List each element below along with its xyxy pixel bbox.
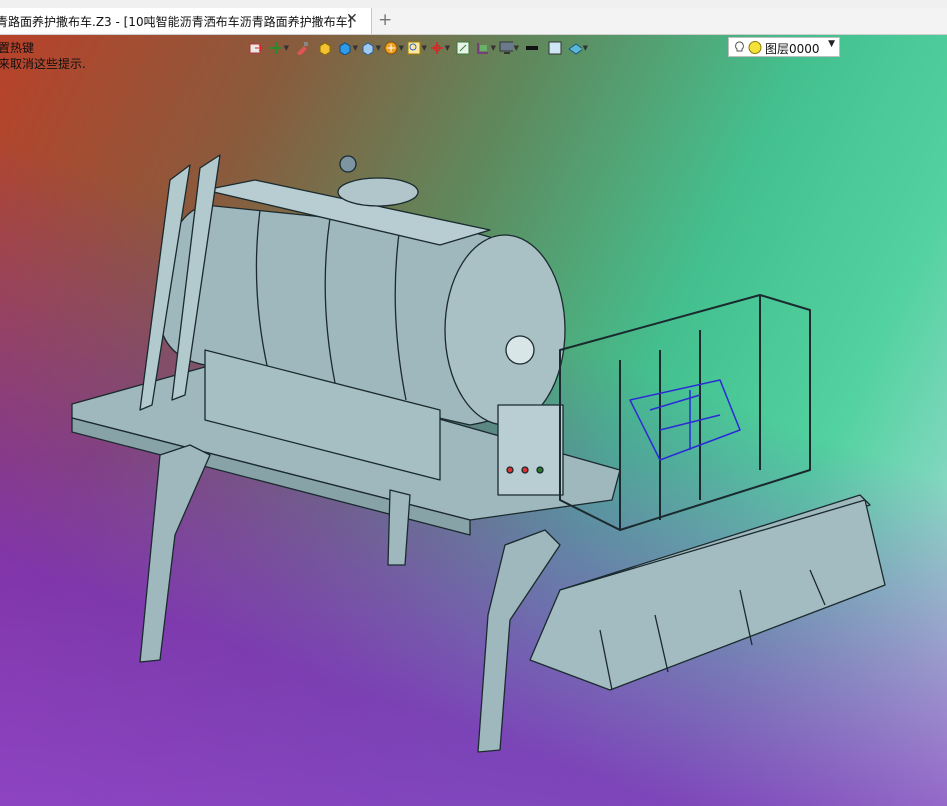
- box-blue-icon[interactable]: ▼: [338, 39, 358, 57]
- zoom-icon[interactable]: ▼: [407, 39, 427, 57]
- outrigger-leg-left: [139, 444, 211, 663]
- layer-value: 图层0000: [765, 42, 820, 56]
- manhole: [337, 177, 419, 207]
- fit-icon[interactable]: [453, 39, 473, 57]
- hint-line-1: 置热键: [0, 41, 35, 55]
- plane-icon[interactable]: ▼: [476, 39, 496, 57]
- export-icon[interactable]: [246, 39, 266, 57]
- view-toolbar: ▼ ▼ ▼ ▼ ▼ ▼ ▼ ▼ ▼: [246, 37, 591, 59]
- box-yellow-icon[interactable]: [315, 39, 335, 57]
- render-icon[interactable]: ▼: [384, 39, 404, 57]
- pressure-gauge: [505, 335, 535, 365]
- pan-icon[interactable]: ▼: [269, 39, 289, 57]
- line-color-icon[interactable]: [522, 39, 542, 57]
- material-icon[interactable]: ▼: [568, 39, 588, 57]
- layer-dropdown[interactable]: 图层0000 ▼: [728, 37, 840, 57]
- brush-icon[interactable]: [292, 39, 312, 57]
- chevron-down-icon: ▼: [828, 39, 835, 49]
- control-box: [497, 404, 564, 496]
- monitor-icon[interactable]: ▼: [499, 39, 519, 57]
- outrigger-leg-rear: [387, 489, 411, 566]
- lightbulb-icon: [735, 41, 762, 54]
- pump-machinery: [629, 379, 741, 461]
- spreader-truck-model[interactable]: [0, 0, 947, 806]
- view-cube-icon[interactable]: ▼: [361, 39, 381, 57]
- axis-icon[interactable]: ▼: [430, 39, 450, 57]
- spray-skirt: [529, 499, 886, 691]
- hint-line-2: 来取消这些提示.: [0, 57, 86, 71]
- fill-color-icon[interactable]: [545, 39, 565, 57]
